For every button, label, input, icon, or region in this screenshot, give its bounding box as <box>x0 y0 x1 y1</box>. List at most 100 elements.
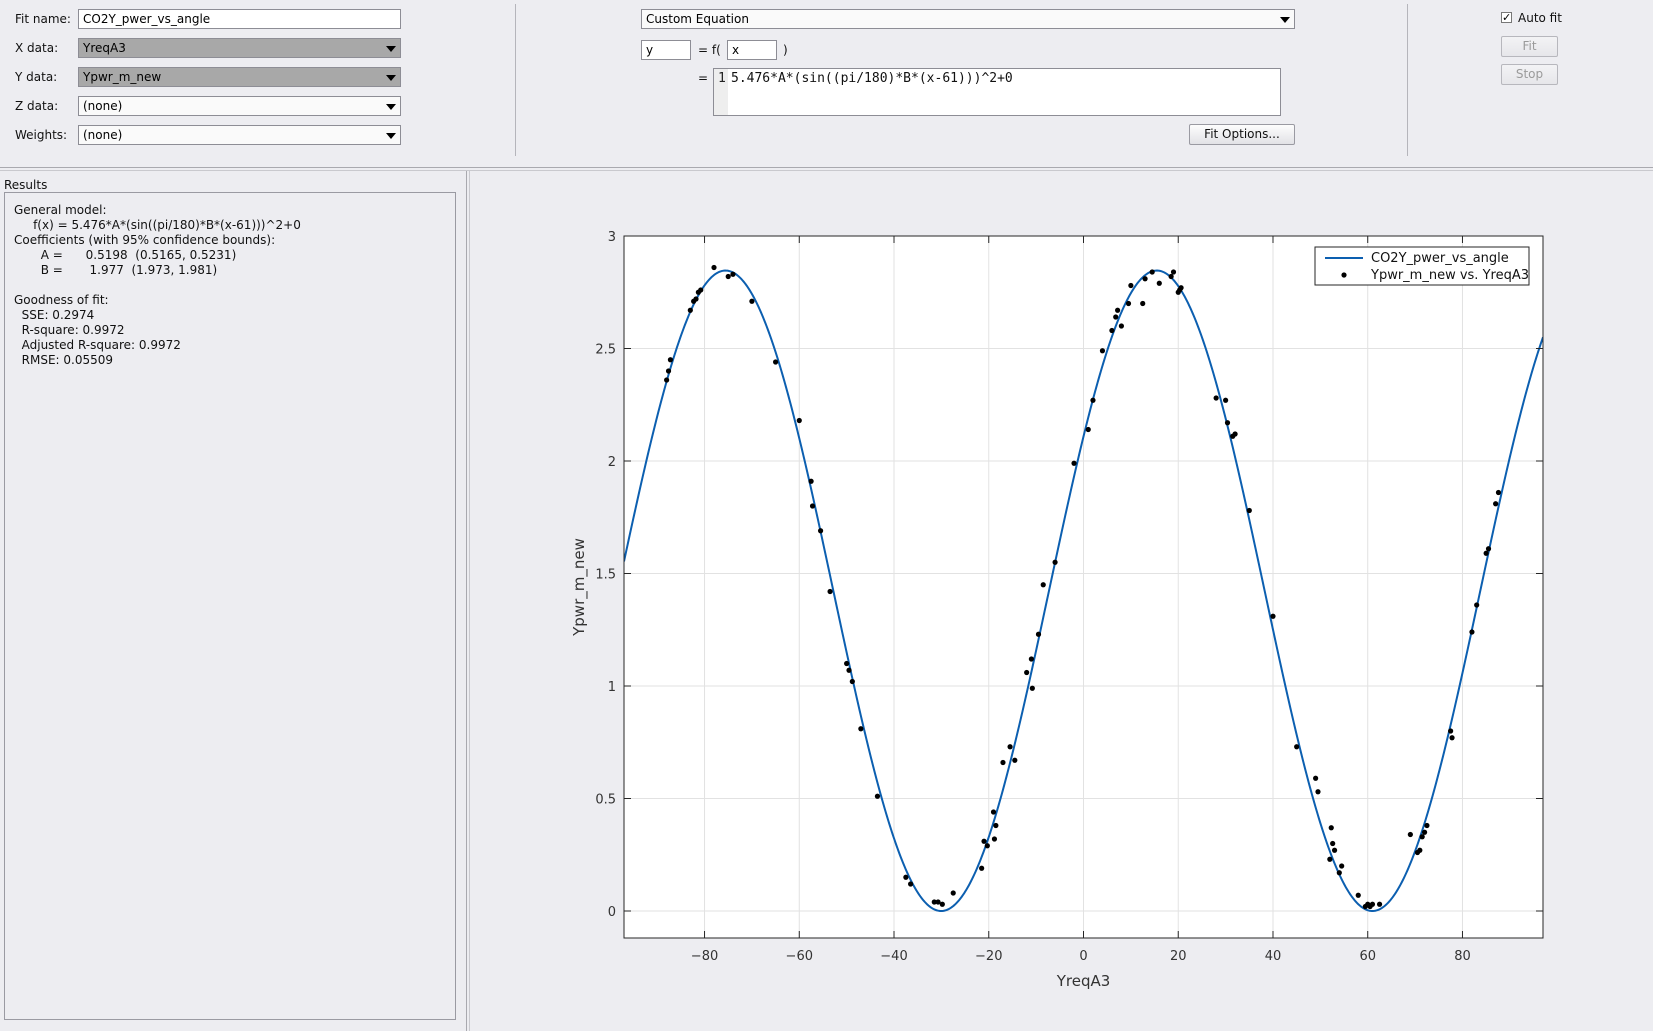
weights-value: (none) <box>83 128 123 142</box>
data-point <box>1052 559 1058 565</box>
divider <box>515 4 516 156</box>
results-line: RMSE: 0.05509 <box>14 353 113 367</box>
data-point <box>809 503 816 509</box>
fit-type-value: Custom Equation <box>646 12 749 26</box>
equals-f-label: = f( <box>698 43 721 57</box>
results-line: Adjusted R-square: 0.9972 <box>14 338 181 352</box>
data-point <box>907 881 914 887</box>
data-point <box>1168 273 1174 280</box>
panel-divider <box>0 167 1653 168</box>
fit-button[interactable]: Fit <box>1501 36 1558 57</box>
results-panel: General model: f(x) = 5.476*A*(sin((pi/1… <box>4 192 456 1020</box>
data-point <box>1330 840 1336 847</box>
fit-type-select[interactable]: Custom Equation <box>641 9 1295 29</box>
data-point <box>665 368 672 374</box>
auto-fit-label: Auto fit <box>1518 11 1562 25</box>
data-point <box>1012 757 1018 763</box>
divider <box>1407 4 1408 156</box>
panel-divider <box>0 170 1653 171</box>
data-point <box>1469 629 1475 635</box>
y-data-select[interactable]: Ypwr_m_new <box>78 67 401 87</box>
data-point <box>1485 546 1492 552</box>
data-point <box>1178 285 1184 291</box>
y-axis-label: Ypwr_m_new <box>570 538 589 637</box>
data-point <box>693 296 699 302</box>
y-tick-label: 1.5 <box>595 568 616 583</box>
x-tick-label: −80 <box>691 949 718 964</box>
chevron-down-icon <box>1280 17 1290 23</box>
data-point <box>981 838 987 844</box>
data-point <box>711 264 717 271</box>
x-data-select[interactable]: YreqA3 <box>78 38 401 58</box>
data-point <box>1223 397 1229 403</box>
data-point <box>1246 507 1252 514</box>
data-point <box>1270 613 1276 619</box>
data-point <box>1109 327 1115 334</box>
data-point <box>846 667 852 673</box>
data-point <box>1474 602 1480 608</box>
equals-label: = <box>698 71 709 85</box>
line-number-gutter: 1 <box>714 69 728 115</box>
data-point <box>1213 395 1219 401</box>
z-data-value: (none) <box>83 99 123 113</box>
data-point <box>1419 834 1425 840</box>
x-data-value: YreqA3 <box>83 41 126 55</box>
data-point <box>1156 280 1162 286</box>
fit-options-button[interactable]: Fit Options... <box>1189 124 1295 145</box>
data-point <box>844 660 850 667</box>
results-line: SSE: 0.2974 <box>14 308 95 322</box>
chevron-down-icon <box>386 133 396 139</box>
z-data-label: Z data: <box>15 99 59 113</box>
y-tick-label: 3 <box>608 230 616 245</box>
data-point <box>903 874 909 880</box>
data-point <box>1149 269 1155 275</box>
fit-name-label: Fit name: <box>15 12 71 26</box>
independent-variable-input[interactable]: x <box>727 40 777 60</box>
equation-editor[interactable]: 1 5.476*A*(sin((pi/180)*B*(x-61)))^2+0 <box>713 68 1281 116</box>
data-point <box>1495 489 1502 496</box>
data-point <box>1085 426 1091 433</box>
data-point <box>984 843 990 849</box>
y-tick-label: 0 <box>608 905 616 920</box>
data-point <box>874 793 881 799</box>
data-point <box>1327 856 1333 862</box>
data-point <box>749 298 755 304</box>
data-point <box>1118 323 1124 329</box>
weights-select[interactable]: (none) <box>78 125 401 145</box>
legend[interactable]: CO2Y_pwer_vs_angle Ypwr_m_new vs. YreqA3 <box>1314 246 1530 286</box>
data-point <box>1407 831 1413 838</box>
x-axis-label: YreqA3 <box>1056 972 1111 990</box>
data-point <box>730 271 736 277</box>
results-line: f(x) = 5.476*A*(sin((pi/180)*B*(x-61)))^… <box>14 218 301 232</box>
data-point <box>1125 300 1132 307</box>
splitter[interactable] <box>466 171 467 1031</box>
data-point <box>858 726 864 732</box>
data-point <box>1483 550 1489 556</box>
z-data-select[interactable]: (none) <box>78 96 401 116</box>
data-point <box>1035 631 1042 637</box>
close-paren-label: ) <box>783 43 788 57</box>
chevron-down-icon <box>386 46 396 52</box>
chevron-down-icon <box>386 104 396 110</box>
data-point <box>849 678 855 685</box>
data-point <box>1294 744 1300 750</box>
x-data-label: X data: <box>15 41 59 55</box>
data-point <box>1000 759 1006 766</box>
data-point <box>664 377 670 383</box>
results-header: Results <box>4 178 48 192</box>
dependent-variable-input[interactable]: y <box>641 40 691 60</box>
stop-button[interactable]: Stop <box>1501 64 1558 85</box>
check-icon: ✓ <box>1502 11 1512 24</box>
x-tick-label: 40 <box>1265 949 1282 964</box>
data-point <box>796 417 802 424</box>
data-point <box>1336 870 1342 876</box>
data-point <box>772 359 779 365</box>
data-point <box>1417 847 1423 853</box>
fit-name-input[interactable]: CO2Y_pwer_vs_angle <box>78 9 401 29</box>
x-tick-label: 20 <box>1170 949 1187 964</box>
auto-fit-checkbox[interactable]: ✓ <box>1501 12 1512 23</box>
x-tick-label: −40 <box>880 949 907 964</box>
results-line: General model: <box>14 203 107 217</box>
fit-plot[interactable]: −80 −60 −40 −20 0 20 40 60 80 0 0.5 1 1.5 2 2.5 3 YreqA… <box>470 172 1653 1031</box>
data-point <box>1024 669 1030 676</box>
